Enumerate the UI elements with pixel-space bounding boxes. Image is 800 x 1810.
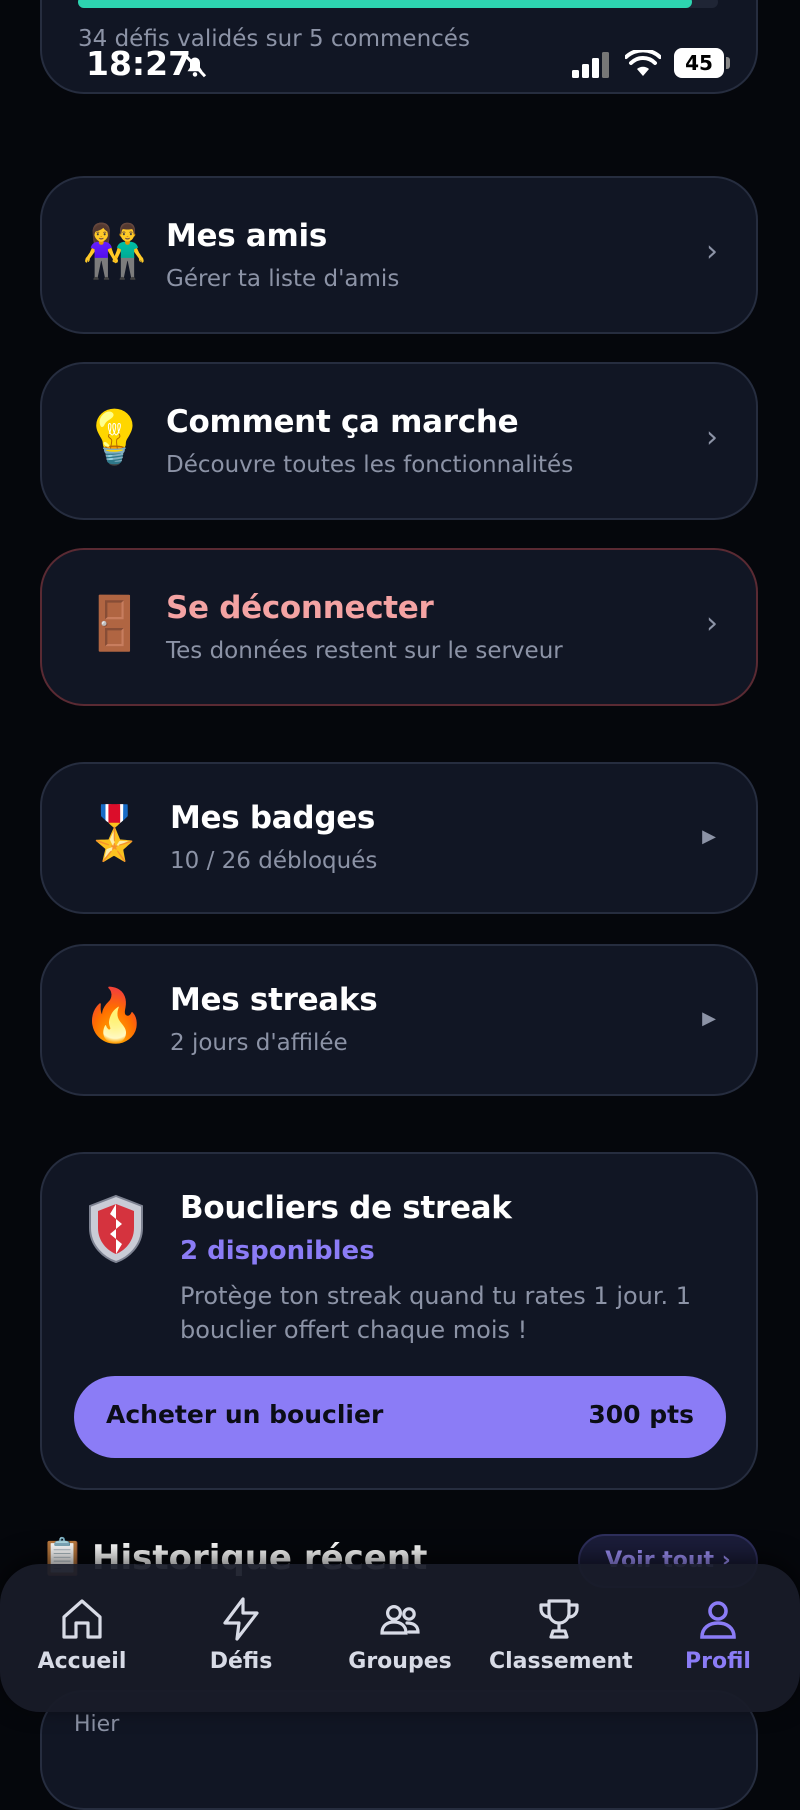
battery-cap — [726, 57, 730, 69]
streaks-subtitle: 2 jours d'affilée — [170, 1030, 348, 1056]
tab-home[interactable]: Accueil — [12, 1595, 152, 1674]
status-time: 18:27 — [86, 44, 192, 83]
status-bar: 18:27 45 — [0, 0, 800, 130]
shield-icon — [89, 1194, 143, 1264]
tab-profile-label: Profil — [685, 1649, 751, 1674]
tab-ranking-label: Classement — [489, 1649, 633, 1674]
battery-icon: 45 — [674, 48, 724, 78]
streaks-title: Mes streaks — [170, 982, 378, 1018]
tab-challenges-label: Défis — [209, 1649, 273, 1674]
expand-triangle-icon: ▶ — [702, 826, 716, 847]
couple-icon: 👫 — [82, 222, 147, 282]
buy-shield-price: 300 pts — [588, 1400, 694, 1429]
wifi-icon — [625, 50, 661, 76]
buy-shield-label: Acheter un bouclier — [106, 1400, 384, 1429]
shields-available: 2 disponibles — [180, 1236, 375, 1266]
cellular-signal-icon — [572, 52, 609, 78]
friends-subtitle: Gérer ta liste d'amis — [166, 266, 400, 292]
logout-title: Se déconnecter — [166, 590, 434, 626]
how-it-works-title: Comment ça marche — [166, 404, 519, 440]
tab-groups[interactable]: Groupes — [330, 1595, 470, 1674]
badges-subtitle: 10 / 26 débloqués — [170, 848, 378, 874]
user-icon — [700, 1601, 736, 1639]
tab-home-label: Accueil — [37, 1649, 127, 1674]
home-icon — [62, 1599, 102, 1639]
shields-description-line2: bouclier offert chaque mois ! — [180, 1316, 528, 1344]
tab-challenges[interactable]: Défis — [171, 1595, 311, 1674]
battery-level: 45 — [685, 51, 713, 75]
logout-subtitle: Tes données restent sur le serveur — [166, 638, 563, 664]
streak-shields-card: Boucliers de streak 2 disponibles Protèg… — [40, 1152, 758, 1490]
badges-menu-item[interactable]: 🎖️ Mes badges 10 / 26 débloqués ▶ — [40, 762, 758, 914]
shields-title: Boucliers de streak — [180, 1190, 512, 1226]
trophy-icon — [539, 1599, 579, 1639]
streaks-menu-item[interactable]: 🔥 Mes streaks 2 jours d'affilée ▶ — [40, 944, 758, 1096]
history-group-label: Hier — [74, 1712, 120, 1737]
silent-bell-icon — [183, 53, 207, 78]
expand-triangle-icon: ▶ — [702, 1008, 716, 1029]
tab-profile[interactable]: Profil — [648, 1595, 788, 1674]
friends-menu-item[interactable]: 👫 Mes amis Gérer ta liste d'amis › — [40, 176, 758, 334]
how-it-works-subtitle: Découvre toutes les fonctionnalités — [166, 452, 574, 478]
light-bulb-icon: 💡 — [82, 408, 147, 468]
door-icon: 🚪 — [82, 594, 147, 654]
shields-description-line1: Protège ton streak quand tu rates 1 jour… — [180, 1282, 692, 1310]
chevron-right-icon: › — [706, 606, 718, 641]
fire-icon: 🔥 — [82, 986, 147, 1046]
lightning-icon — [223, 1597, 259, 1641]
medal-icon: 🎖️ — [82, 804, 147, 864]
chevron-right-icon: › — [706, 234, 718, 269]
logout-menu-item[interactable]: 🚪 Se déconnecter Tes données restent sur… — [40, 548, 758, 706]
tab-groups-label: Groupes — [348, 1649, 452, 1674]
users-icon — [380, 1605, 420, 1635]
badges-title: Mes badges — [170, 800, 376, 836]
how-it-works-menu-item[interactable]: 💡 Comment ça marche Découvre toutes les … — [40, 362, 758, 520]
buy-shield-button[interactable]: Acheter un bouclier 300 pts — [74, 1376, 726, 1458]
chevron-right-icon: › — [706, 420, 718, 455]
friends-title: Mes amis — [166, 218, 328, 254]
tab-ranking[interactable]: Classement — [489, 1595, 633, 1674]
